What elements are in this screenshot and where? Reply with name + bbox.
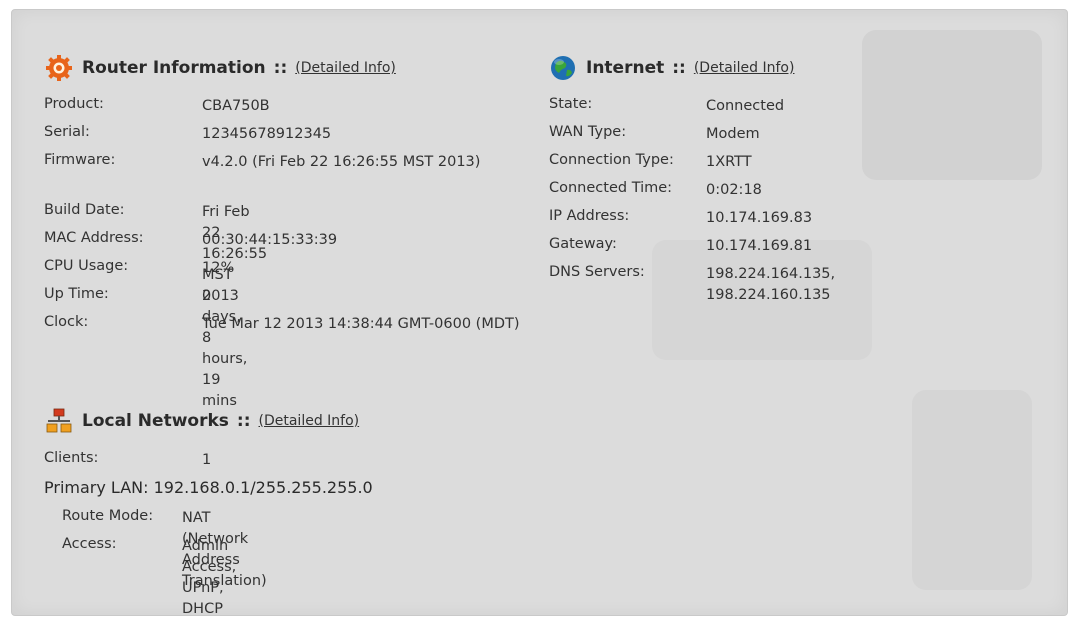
- firmware-label: Firmware:: [44, 152, 116, 168]
- connection-type-value: 1XRTT: [706, 154, 752, 170]
- serial-value: 12345678912345: [202, 126, 332, 142]
- connected-time-value: 0:02:18: [706, 182, 762, 198]
- serial-label: Serial:: [44, 124, 90, 140]
- title-separator: ::: [273, 58, 288, 78]
- access-value: Admin Access, UPnP, DHCP: [182, 538, 237, 616]
- mac-address-label: MAC Address:: [44, 230, 144, 246]
- internet-header: Internet :: (Detailed Info): [550, 55, 794, 81]
- product-value: CBA750B: [202, 98, 270, 114]
- state-label: State:: [549, 96, 593, 112]
- dns-servers-label: DNS Servers:: [549, 264, 645, 280]
- title-separator: ::: [236, 411, 251, 431]
- router-detailed-info-link[interactable]: (Detailed Info): [295, 60, 396, 76]
- build-date-label: Build Date:: [44, 202, 125, 218]
- gateway-value: 10.174.169.81: [706, 238, 813, 254]
- connected-time-label: Connected Time:: [549, 180, 673, 196]
- gateway-label: Gateway:: [549, 236, 617, 252]
- cpu-usage-label: CPU Usage:: [44, 258, 129, 274]
- router-info-title: Router Information: [82, 58, 266, 78]
- title-separator: ::: [672, 58, 686, 78]
- local-networks-header: Local Networks :: (Detailed Info): [46, 408, 359, 434]
- cpu-usage-value: 12%: [202, 260, 235, 276]
- router-info-header: Router Information :: (Detailed Info): [46, 55, 396, 81]
- clock-value: Tue Mar 12 2013 14:38:44 GMT-0600 (MDT): [202, 316, 520, 332]
- internet-title: Internet: [586, 58, 665, 78]
- product-label: Product:: [44, 96, 104, 112]
- route-mode-label: Route Mode:: [62, 508, 154, 524]
- clients-label: Clients:: [44, 450, 99, 466]
- ip-address-label: IP Address:: [549, 208, 630, 224]
- clients-value: 1: [202, 452, 212, 468]
- firmware-value: v4.2.0 (Fri Feb 22 16:26:55 MST 2013): [202, 154, 481, 170]
- wan-type-value: Modem: [706, 126, 760, 142]
- clock-label: Clock:: [44, 314, 89, 330]
- mac-address-value: 00:30:44:15:33:39: [202, 232, 338, 248]
- wan-type-label: WAN Type:: [549, 124, 627, 140]
- access-label: Access:: [62, 536, 117, 552]
- status-panel: Router Information :: (Detailed Info) Pr…: [11, 9, 1068, 616]
- router-gear-icon: [46, 55, 72, 81]
- connection-type-label: Connection Type:: [549, 152, 674, 168]
- globe-icon: [551, 56, 575, 80]
- up-time-label: Up Time:: [44, 286, 109, 302]
- state-value: Connected: [706, 98, 785, 114]
- internet-detailed-info-link[interactable]: (Detailed Info): [694, 60, 795, 76]
- primary-lan: Primary LAN: 192.168.0.1/255.255.255.0: [44, 478, 373, 497]
- background-decoration: [862, 30, 1042, 180]
- local-networks-title: Local Networks: [82, 411, 229, 431]
- local-networks-detailed-info-link[interactable]: (Detailed Info): [259, 413, 360, 429]
- ip-address-value: 10.174.169.83: [706, 210, 813, 226]
- up-time-value: 0 days, 8 hours, 19 mins: [202, 288, 248, 409]
- network-icon: [46, 408, 72, 433]
- dns-servers-value: 198.224.164.135, 198.224.160.135: [706, 266, 836, 303]
- background-decoration: [912, 390, 1032, 590]
